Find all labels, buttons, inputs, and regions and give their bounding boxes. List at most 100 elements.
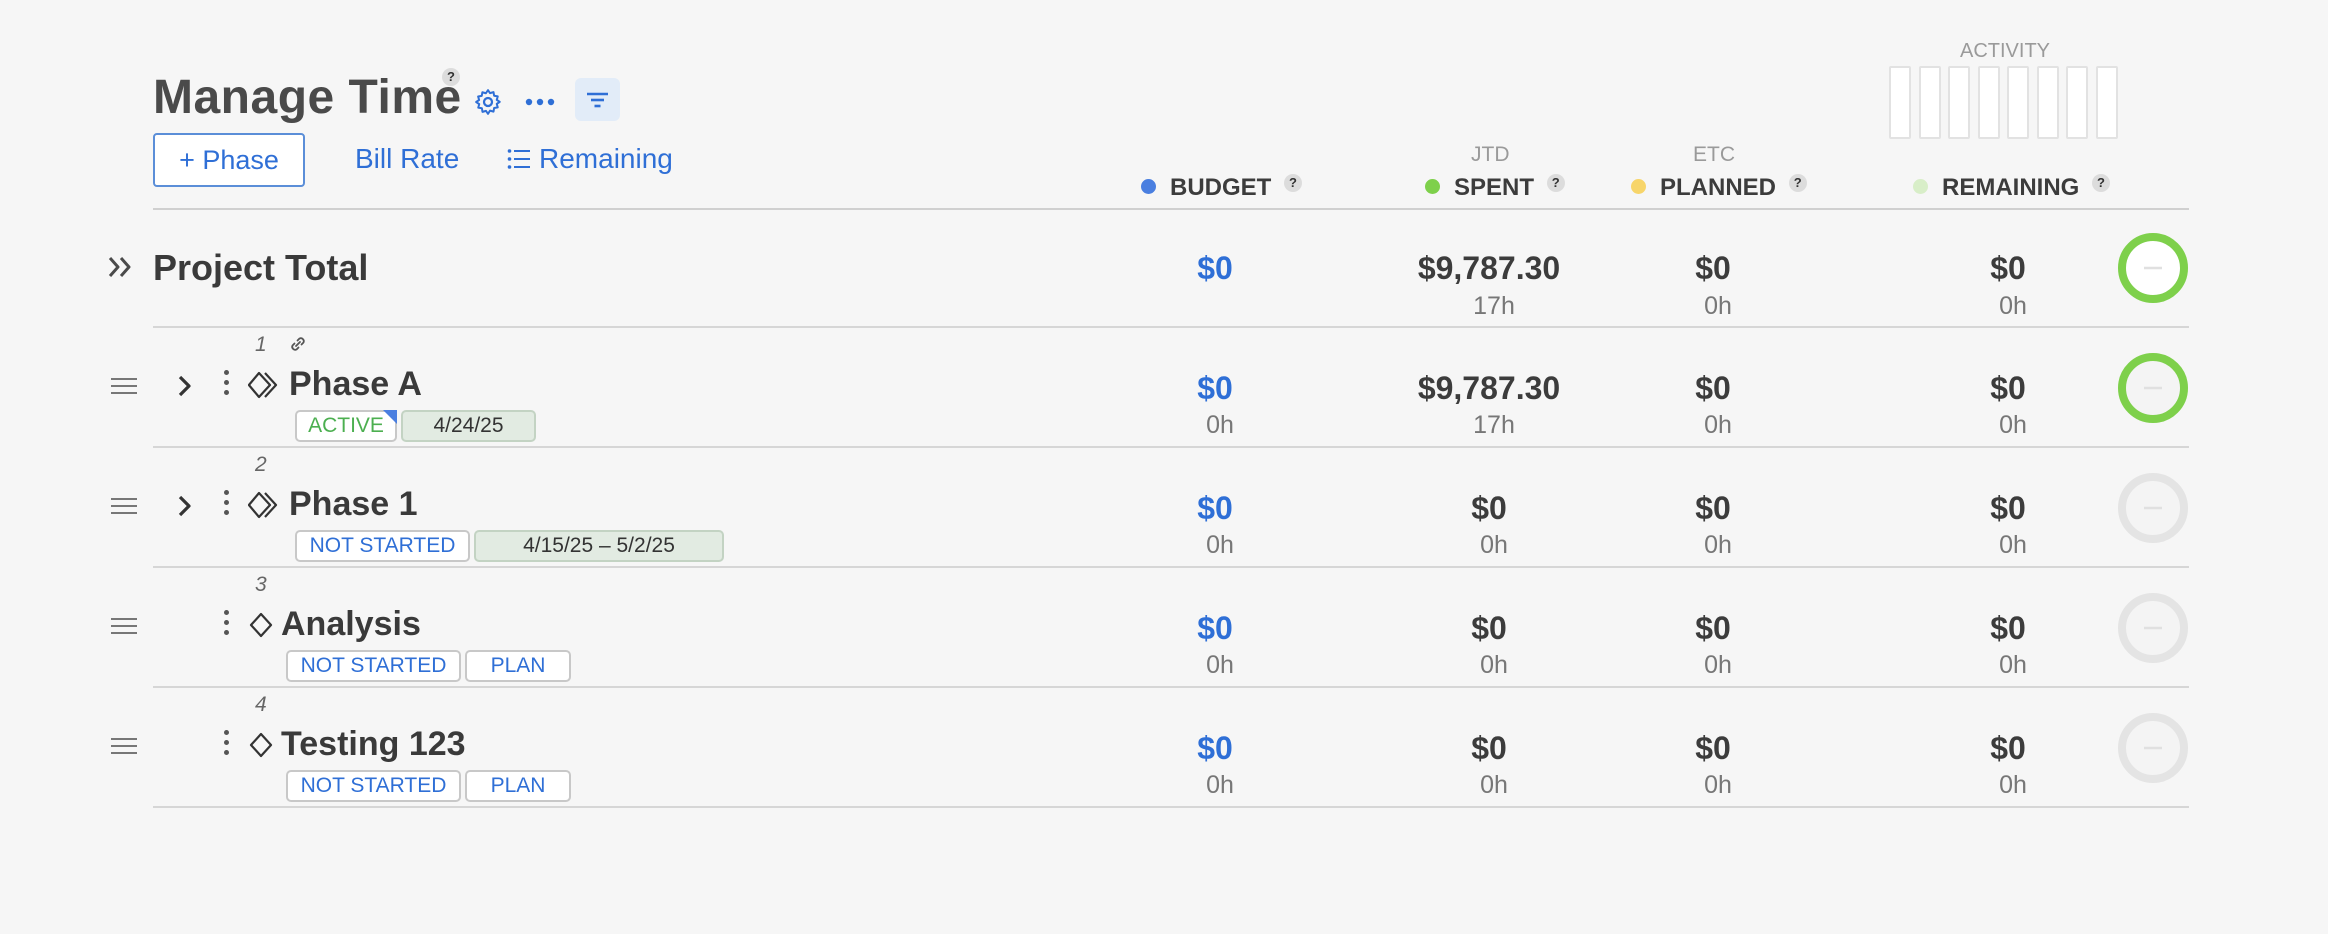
row-spent: $0 [1471,610,1507,646]
row-budget[interactable]: $0 [1115,610,1315,647]
total-planned: $0 [1695,250,1731,286]
help-icon[interactable]: ? [1284,174,1303,192]
drag-handle-icon[interactable] [111,378,137,394]
drag-handle-icon[interactable] [111,498,137,514]
row-budget-hours: 0h [1206,531,1234,559]
row-name[interactable]: Testing 123 [281,725,466,764]
date-range-badge[interactable]: 4/24/25 [401,410,536,442]
phase-diamond-icon [248,371,278,399]
row-remaining-hours: 0h [1999,651,2027,679]
remaining-button[interactable]: Remaining [507,143,673,175]
spent-subheader: JTD [1471,143,1510,166]
row-divider [153,686,2189,688]
milestone-diamond-icon [249,732,273,758]
remaining-header-label: REMAINING [1942,174,2080,201]
row-spent-hours: 17h [1473,411,1515,439]
progress-ring-icon [2118,353,2188,423]
project-total-label: Project Total [153,247,369,288]
plan-badge[interactable]: PLAN [465,770,571,802]
row-spent-hours: 0h [1480,531,1508,559]
row-remaining-hours: 0h [1999,771,2027,799]
total-budget[interactable]: $0 [1115,250,1315,287]
row-planned: $0 [1695,730,1731,766]
row-menu-icon[interactable] [221,490,231,522]
activity-bar [1889,66,1911,139]
planned-dot [1631,179,1646,194]
chevron-right-icon[interactable] [175,373,195,399]
progress-ring-icon [2118,713,2188,783]
row-number: 3 [255,573,267,596]
budget-column-header[interactable]: BUDGET ? [1141,174,1303,202]
milestone-diamond-icon [249,612,273,638]
header-divider [153,208,2189,210]
row-budget[interactable]: $0 [1115,490,1315,527]
row-remaining-hours: 0h [1999,411,2027,439]
phase-diamond-icon [248,491,278,519]
row-progress-ring [2117,472,2189,549]
spent-header-label: SPENT [1454,174,1535,201]
progress-ring-icon [2118,593,2188,663]
link-icon[interactable] [288,334,308,354]
row-spent: $0 [1471,490,1507,526]
spent-dot [1425,179,1440,194]
remaining-label: Remaining [539,143,673,174]
row-progress-ring [2117,712,2189,789]
row-spent: $9,787.30 [1417,370,1561,406]
row-planned-hours: 0h [1704,531,1732,559]
row-planned: $0 [1695,490,1731,526]
date-range-badge[interactable]: 4/15/25 – 5/2/25 [474,530,724,562]
row-planned-hours: 0h [1704,411,1732,439]
total-progress-ring [2117,232,2189,309]
chevron-right-icon[interactable] [175,493,195,519]
planned-column-header[interactable]: PLANNED ? [1631,174,1807,202]
help-icon[interactable]: ? [1546,174,1565,192]
row-name[interactable]: Phase 1 [289,485,418,524]
help-icon[interactable]: ? [442,68,460,86]
help-icon[interactable]: ? [1788,174,1807,192]
row-name[interactable]: Phase A [289,365,422,404]
activity-bar [2007,66,2029,139]
row-name[interactable]: Analysis [281,605,421,644]
row-planned: $0 [1695,610,1731,646]
more-options-icon[interactable] [523,87,557,117]
activity-bar [2095,66,2118,139]
status-badge[interactable]: ACTIVE [295,410,397,442]
row-menu-icon[interactable] [221,610,231,642]
row-menu-icon[interactable] [221,370,231,402]
row-divider [153,326,2189,328]
row-budget[interactable]: $0 [1115,730,1315,767]
progress-ring-icon [2118,233,2188,303]
row-divider [153,446,2189,448]
plan-badge[interactable]: PLAN [465,650,571,682]
status-corner-marker [383,410,397,424]
row-remaining: $0 [1990,370,2026,406]
row-budget-hours: 0h [1206,771,1234,799]
activity-bar [1977,66,2000,139]
filter-button[interactable] [575,78,620,121]
drag-handle-icon[interactable] [111,618,137,634]
row-menu-icon[interactable] [221,730,231,762]
row-divider [153,566,2189,568]
help-icon[interactable]: ? [2092,174,2111,192]
row-spent-hours: 0h [1480,651,1508,679]
bill-rate-button[interactable]: Bill Rate [355,143,459,175]
expand-all-icon[interactable] [106,254,134,285]
status-badge[interactable]: NOT STARTED [286,770,461,802]
row-remaining: $0 [1990,610,2026,646]
status-badge[interactable]: NOT STARTED [295,530,470,562]
gear-icon[interactable] [473,87,503,117]
remaining-column-header[interactable]: REMAINING ? [1913,174,2111,202]
row-budget[interactable]: $0 [1115,370,1315,407]
total-spent: $9,787.30 [1417,250,1561,286]
total-remaining: $0 [1990,250,2026,286]
status-badge[interactable]: NOT STARTED [286,650,461,682]
total-spent-hours: 17h [1473,292,1515,320]
page-title: Manage Time [153,71,462,124]
row-remaining: $0 [1990,730,2026,766]
planned-header-label: PLANNED [1660,174,1777,201]
activity-bar [2036,66,2059,139]
drag-handle-icon[interactable] [111,738,137,754]
spent-column-header[interactable]: SPENT ? [1425,174,1565,202]
budget-header-label: BUDGET [1170,174,1272,201]
add-phase-button[interactable]: + Phase [153,133,305,187]
